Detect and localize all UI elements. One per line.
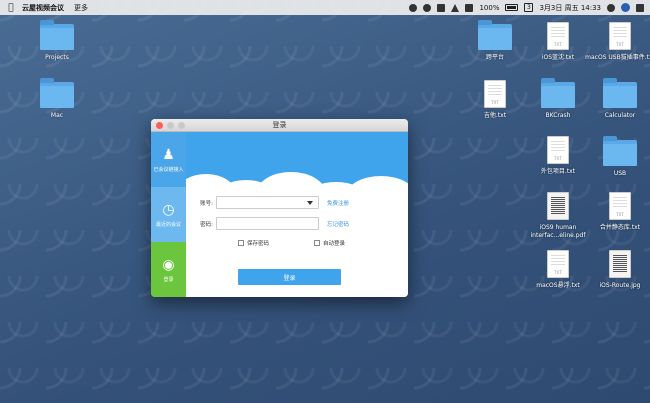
text-file-icon: TXT [547, 22, 569, 50]
desktop-item-guitar[interactable]: TXT 吉他.txt [460, 80, 530, 120]
apple-icon[interactable]:  [0, 3, 22, 13]
desktop-item-macos-usb[interactable]: TXT macOS USB拔插事件.txt [585, 22, 650, 62]
monitor-icon[interactable] [437, 3, 446, 12]
text-file-icon: TXT [609, 192, 631, 220]
text-file-icon: TXT [609, 22, 631, 50]
wechat-icon[interactable] [409, 3, 418, 12]
auto-login-checkbox[interactable]: 自动登录 [314, 239, 345, 247]
desktop-item-cross-platform[interactable]: 跨平台 [460, 20, 530, 62]
qq-icon[interactable] [423, 3, 432, 12]
text-file-icon: TXT [484, 80, 506, 108]
menu-app-name[interactable]: 云屋视频会议 [22, 3, 64, 13]
login-button[interactable]: 登录 [238, 269, 341, 285]
wifi-icon[interactable] [451, 3, 460, 12]
desktop-item-ios-bluetooth[interactable]: TXT iOS蓝沈.txt [523, 22, 593, 62]
folder-icon [478, 20, 512, 50]
meeting-icon: ♟ [162, 146, 175, 163]
menu-bar:  云屋视频会议 更多 100% 3 3月3日 周五 14:33 [0, 0, 650, 15]
folder-icon [541, 78, 575, 108]
login-form: 账号: 免费注册 密码: 忘记密码 保存密码 自动登录 登录 [186, 194, 408, 297]
spotlight-icon[interactable] [607, 3, 615, 12]
pdf-file-icon [547, 192, 569, 220]
sidebar-item-recent-meetings[interactable]: ◷ 最近的会议 [151, 187, 186, 242]
siri-icon[interactable] [621, 3, 630, 12]
text-file-icon: TXT [547, 136, 569, 164]
volume-icon[interactable] [465, 3, 474, 12]
calendar-badge-icon[interactable]: 3 [524, 3, 534, 12]
desktop-item-projects[interactable]: Projects [22, 20, 92, 62]
text-file-icon: TXT [547, 250, 569, 278]
save-password-checkbox[interactable]: 保存密码 [238, 239, 269, 247]
register-link[interactable]: 免费注册 [327, 199, 349, 207]
user-icon: ◉ [162, 256, 175, 273]
folder-icon [40, 78, 74, 108]
battery-icon[interactable] [505, 4, 519, 11]
clock-icon: ◷ [162, 201, 175, 218]
sidebar-item-login[interactable]: ◉ 登录 [151, 242, 186, 297]
battery-percent: 100% [479, 3, 500, 12]
sidebar-item-label: 已会议链接入 [153, 166, 184, 173]
sidebar: ♟ 已会议链接入 ◷ 最近的会议 ◉ 登录 [151, 132, 186, 297]
desktop-item-bkcrash[interactable]: BKCrash [523, 78, 593, 120]
window-titlebar[interactable]: 登录 [151, 119, 408, 132]
desktop-item-macos-float[interactable]: TXT macOS悬浮.txt [523, 250, 593, 290]
desktop-item-usb[interactable]: USB [585, 136, 650, 178]
clock-text[interactable]: 3月3日 周五 14:33 [539, 3, 601, 13]
folder-icon [603, 78, 637, 108]
account-input[interactable] [216, 196, 319, 209]
desktop-item-static-lib[interactable]: TXT 合并静态库.txt [585, 192, 650, 232]
sidebar-item-join-meeting[interactable]: ♟ 已会议链接入 [151, 132, 186, 187]
notification-list-icon[interactable] [636, 3, 644, 12]
cloud-banner [186, 132, 408, 194]
desktop-item-calculator[interactable]: Calculator [585, 78, 650, 120]
menu-more[interactable]: 更多 [74, 3, 88, 13]
account-label: 账号: [200, 200, 213, 207]
password-label: 密码: [200, 221, 213, 228]
desktop-item-ios-route[interactable]: iOS-Route.jpg [585, 250, 650, 290]
folder-icon [603, 136, 637, 166]
sidebar-item-label: 最近的会议 [155, 221, 181, 228]
status-area: 100% 3 3月3日 周五 14:33 [409, 3, 650, 13]
sidebar-item-label: 登录 [163, 276, 174, 283]
desktop-item-ios9-pdf[interactable]: iOS9 human interfac...eline.pdf [523, 192, 593, 240]
login-content: 账号: 免费注册 密码: 忘记密码 保存密码 自动登录 登录 [186, 132, 408, 297]
folder-icon [40, 20, 74, 50]
desktop-item-outsourcing[interactable]: TXT 外包项目.txt [523, 136, 593, 176]
image-file-icon [609, 250, 631, 278]
chevron-down-icon[interactable] [307, 201, 313, 205]
forgot-password-link[interactable]: 忘记密码 [327, 220, 349, 228]
desktop-item-mac[interactable]: Mac [22, 78, 92, 120]
password-input[interactable] [216, 217, 319, 230]
window-title: 登录 [272, 121, 287, 129]
login-window: 登录 ♟ 已会议链接入 ◷ 最近的会议 ◉ 登录 账号: 免费注册 密码: 忘记… [151, 119, 408, 297]
